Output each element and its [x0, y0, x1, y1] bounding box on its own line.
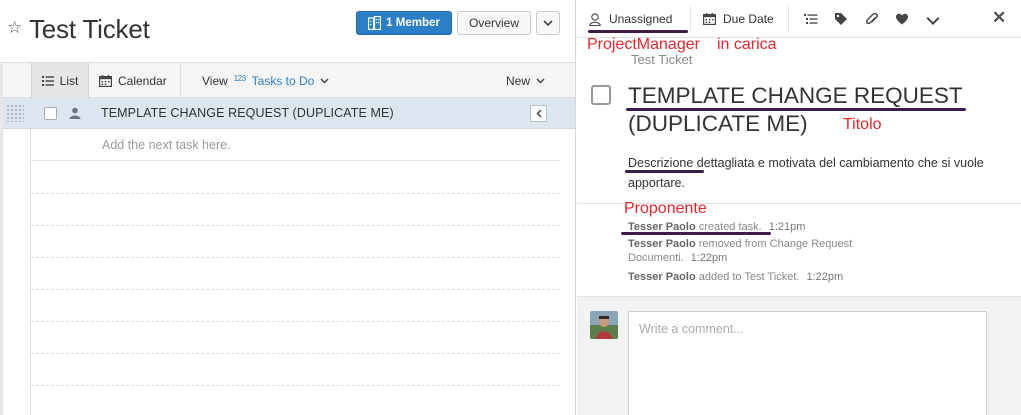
tab-calendar-label: Calendar [118, 73, 167, 88]
chevron-down-icon [320, 77, 329, 84]
view-toolbar: List Calendar View 123 Tasks to Do New [3, 62, 575, 98]
building-icon [368, 16, 382, 30]
divider [31, 321, 560, 322]
activity-action: added to Test Ticket. [698, 271, 800, 283]
divider [31, 289, 560, 290]
annotation-underline [625, 170, 704, 173]
project-menu-button[interactable] [536, 11, 560, 35]
star-icon[interactable]: ☆ [7, 19, 22, 36]
activity-time: 1:21pm [768, 221, 806, 233]
activity-user[interactable]: Tesser Paolo [628, 271, 696, 283]
chevron-left-icon [535, 109, 542, 118]
activity-entry: Tesser Paolo created task. 1:21pm [628, 220, 898, 234]
activity-time: 1:22pm [806, 271, 844, 283]
annotation-title: Titolo [843, 116, 882, 133]
comment-area: Write a comment... [577, 296, 1021, 415]
view-label: View [202, 73, 228, 88]
task-checkbox[interactable] [44, 107, 57, 120]
task-name[interactable]: TEMPLATE CHANGE REQUEST (DUPLICATE ME) [101, 106, 394, 120]
toolbar-divider [690, 6, 691, 32]
sort-order-icon: 123 [233, 74, 246, 83]
view-filter-dropdown[interactable]: View 123 Tasks to Do [202, 63, 329, 98]
add-task-input[interactable]: Add the next task here. [102, 138, 231, 152]
empty-task-lines [31, 160, 560, 415]
task-complete-checkbox[interactable] [591, 85, 611, 105]
subtasks-icon[interactable] [804, 12, 818, 26]
annotation-underline [588, 30, 688, 33]
activity-action: created task. [698, 221, 762, 233]
person-icon [589, 12, 601, 26]
comment-input[interactable]: Write a comment... [628, 311, 987, 415]
divider [31, 257, 560, 258]
tag-icon[interactable] [834, 12, 848, 26]
activity-entry: Tesser Paolo added to Test Ticket. 1:22pm [628, 270, 898, 284]
task-row[interactable]: TEMPLATE CHANGE REQUEST (DUPLICATE ME) [3, 98, 575, 129]
paperclip-icon[interactable] [865, 12, 879, 26]
tab-list[interactable]: List [31, 63, 89, 98]
chevron-down-icon [536, 77, 545, 84]
divider [31, 225, 560, 226]
activity-user[interactable]: Tesser Paolo [628, 221, 696, 233]
avatar [590, 311, 618, 339]
project-title: Test Ticket [29, 14, 150, 44]
calendar-icon [703, 13, 716, 25]
due-date-label: Due Date [723, 12, 774, 26]
tab-list-label: List [59, 73, 79, 88]
divider [31, 193, 560, 194]
task-project-name[interactable]: Test Ticket [631, 52, 692, 67]
divider [31, 353, 560, 354]
heart-icon[interactable] [895, 12, 909, 26]
members-button[interactable]: 1 Member [356, 11, 452, 35]
chevron-down-icon [543, 19, 553, 26]
activity-time: 1:22pm [690, 252, 728, 264]
due-date-button[interactable]: Due Date [703, 0, 774, 38]
tab-calendar[interactable]: Calendar [99, 63, 167, 98]
close-icon[interactable]: ✕ [992, 9, 1006, 26]
activity-user[interactable]: Tesser Paolo [628, 238, 696, 250]
task-description[interactable]: Descrizione dettagliata e motivata del c… [628, 153, 998, 193]
chevron-down-icon[interactable] [926, 14, 940, 28]
drag-handle-icon[interactable] [6, 104, 24, 122]
annotation-underline [626, 108, 966, 111]
person-icon[interactable] [69, 107, 81, 119]
assignee-label: Unassigned [609, 12, 673, 26]
annotation-proponent: Proponente [624, 200, 707, 217]
collapse-detail-button[interactable] [530, 105, 547, 122]
calendar-icon [99, 74, 112, 87]
activity-entry: Tesser Paolo removed from Change Request… [628, 237, 898, 265]
divider [31, 160, 560, 161]
divider [31, 385, 560, 386]
overview-button[interactable]: Overview [457, 11, 531, 35]
toolbar-divider [788, 6, 789, 32]
toolbar-divider [180, 63, 181, 98]
list-icon [41, 75, 54, 86]
task-detail-pane: Unassigned Due Date ✕ ProjectManager in … [577, 0, 1021, 415]
members-button-label: 1 Member [386, 17, 440, 29]
view-filter-value: Tasks to Do [251, 73, 315, 88]
project-pane: ☆ Test Ticket 1 Member Overview List Cal… [0, 0, 576, 415]
annotation-in-charge: in carica [717, 36, 777, 53]
new-dropdown[interactable]: New [506, 63, 545, 98]
new-label: New [506, 73, 531, 88]
overview-button-label: Overview [468, 16, 519, 30]
